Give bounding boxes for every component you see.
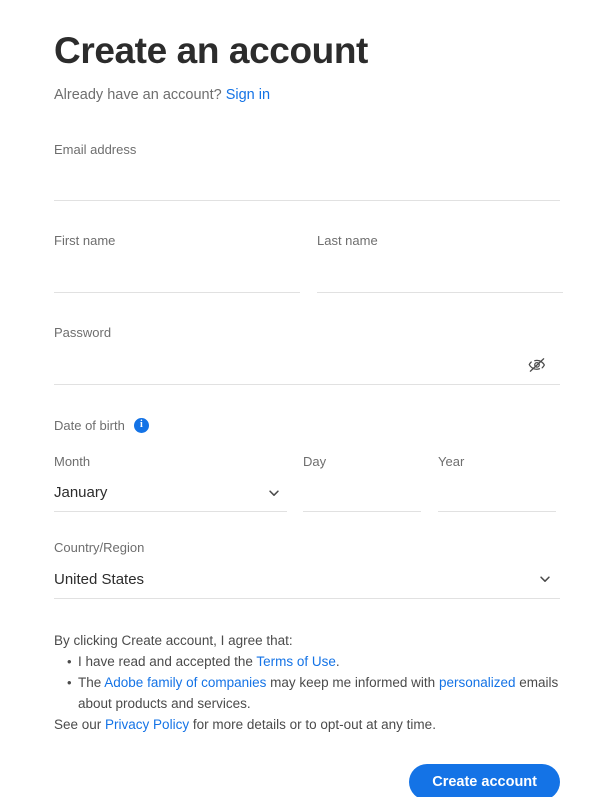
country-select[interactable]: United States	[54, 561, 560, 598]
legal-bullet-list: I have read and accepted the Terms of Us…	[54, 652, 560, 715]
last-name-field-wrapper	[317, 255, 563, 294]
year-label: Year	[438, 453, 465, 469]
legal-tail: See our Privacy Policy for more details …	[54, 715, 560, 736]
terms-of-use-link[interactable]: Terms of Use	[256, 654, 336, 669]
personalized-link[interactable]: personalized	[439, 675, 516, 690]
create-account-page: Create an account Already have an accoun…	[0, 0, 616, 797]
month-field-group: Month January	[54, 454, 287, 513]
password-field-wrapper	[54, 346, 560, 385]
legal-bullet1-prefix: I have read and accepted the	[78, 653, 257, 669]
day-field-group: Day	[303, 454, 421, 513]
password-input[interactable]	[54, 346, 560, 384]
day-label: Day	[303, 453, 327, 469]
sign-in-link[interactable]: Sign in	[226, 87, 270, 103]
year-input[interactable]	[438, 474, 556, 512]
month-label: Month	[54, 453, 91, 469]
chevron-down-icon	[540, 576, 550, 583]
legal-bullet2-mid: may keep me informed with	[266, 674, 439, 690]
date-of-birth-header: Date of birth i	[54, 417, 560, 433]
create-account-button[interactable]: Create account	[409, 764, 560, 797]
list-item: I have read and accepted the Terms of Us…	[54, 652, 560, 673]
legal-tail-prefix: See our	[54, 716, 106, 732]
country-field-wrapper: United States	[54, 561, 560, 599]
last-name-label: Last name	[317, 233, 378, 249]
first-name-field-group: First name	[54, 233, 300, 294]
last-name-field-group: Last name	[317, 233, 563, 294]
eye-off-icon	[528, 358, 546, 372]
name-fields-row: First name Last name	[54, 233, 563, 294]
legal-tail-suffix: for more details or to opt-out at any ti…	[189, 716, 436, 732]
signin-prompt: Already have an account? Sign in	[54, 85, 560, 105]
adobe-family-of-companies-link[interactable]: Adobe family of companies	[104, 675, 266, 690]
date-of-birth-label: Date of birth	[54, 417, 125, 433]
country-label: Country/Region	[54, 540, 145, 556]
legal-intro: By clicking Create account, I agree that…	[54, 632, 293, 648]
last-name-input[interactable]	[317, 255, 563, 293]
email-input[interactable]	[54, 163, 560, 201]
password-visibility-toggle-button[interactable]	[526, 354, 548, 376]
first-name-field-wrapper	[54, 255, 300, 294]
legal-bullet1-suffix: .	[335, 653, 340, 669]
form-container: Create an account Already have an accoun…	[54, 0, 563, 797]
privacy-policy-link[interactable]: Privacy Policy	[105, 717, 189, 732]
month-select[interactable]: January	[54, 474, 287, 511]
legal-agreement-text: By clicking Create account, I agree that…	[54, 631, 560, 736]
month-selected-value: January	[54, 484, 108, 502]
first-name-label: First name	[54, 233, 116, 249]
page-title: Create an account	[54, 30, 368, 71]
year-field-group: Year	[438, 454, 556, 513]
email-field-wrapper	[54, 163, 560, 202]
year-field-wrapper	[438, 474, 556, 513]
info-icon[interactable]: i	[133, 417, 149, 433]
month-field-wrapper: January	[54, 474, 287, 513]
country-selected-value: United States	[54, 570, 145, 588]
email-label: Email address	[54, 141, 137, 157]
password-field-group: Password	[54, 325, 560, 385]
signin-prompt-text: Already have an account?	[54, 86, 222, 103]
day-field-wrapper	[303, 474, 421, 513]
chevron-down-icon	[269, 490, 279, 496]
day-input[interactable]	[303, 474, 421, 512]
country-field-group: Country/Region United States	[54, 540, 560, 599]
password-label: Password	[54, 325, 112, 341]
first-name-input[interactable]	[54, 255, 300, 293]
list-item: The Adobe family of companies may keep m…	[54, 673, 560, 715]
email-field-group: Email address	[54, 142, 560, 202]
date-of-birth-row: Month January Day Year	[54, 454, 560, 513]
submit-row: Create account	[54, 764, 560, 797]
legal-bullet2-prefix: The	[78, 674, 105, 690]
